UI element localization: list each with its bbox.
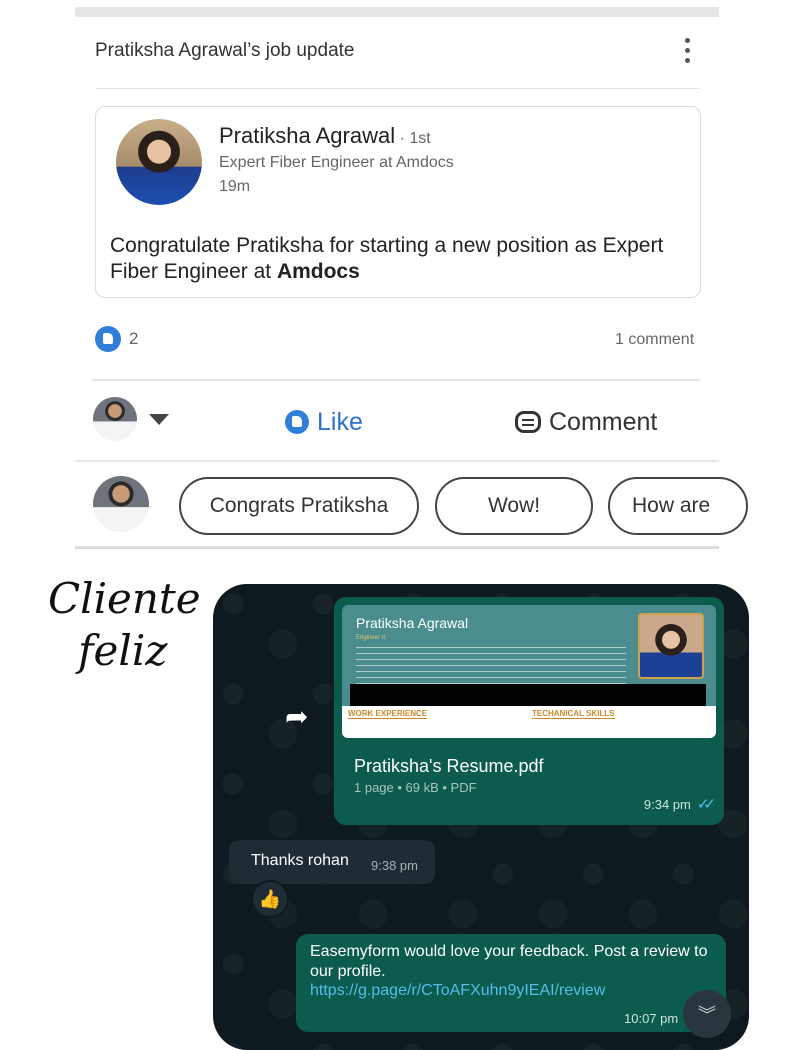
divider	[75, 460, 719, 462]
connection-degree: · 1st	[395, 130, 431, 147]
like-label: Like	[317, 407, 363, 436]
job-update-post[interactable]: Pratiksha Agrawal · 1st Expert Fiber Eng…	[95, 106, 701, 298]
section-heading: WORK EXPERIENCE	[348, 709, 428, 719]
post-author[interactable]: Pratiksha Agrawal · 1st	[219, 123, 431, 149]
incoming-message[interactable]: Thanks rohan 9:38 pm	[229, 840, 435, 884]
post-time: 19m	[219, 178, 251, 195]
message-time: 9:34 pm ✓✓	[643, 795, 716, 813]
review-link[interactable]: https://g.page/r/CToAFXuhn9yIEAI/review	[310, 982, 605, 1000]
comment-button[interactable]: Comment	[515, 406, 657, 438]
file-meta: 1 page • 69 kB • PDF	[354, 780, 477, 795]
page-title: Pratiksha Agrawal’s job update	[95, 40, 355, 61]
like-button[interactable]: Like	[285, 406, 363, 438]
whatsapp-chat: ➦ Pratiksha Agrawal Engineer II WORK EXP…	[213, 584, 749, 1050]
document-message[interactable]: Pratiksha Agrawal Engineer II WORK EXPER…	[334, 597, 724, 825]
thumbs-up-reaction-icon[interactable]: 👍	[251, 880, 289, 918]
quick-reply-chip[interactable]: How are	[608, 477, 748, 535]
reaction-count[interactable]: 2	[129, 329, 138, 349]
like-reaction-icon[interactable]	[95, 326, 121, 352]
section-heading: TECHANICAL SKILLS	[532, 709, 615, 719]
handwritten-caption: Cliente	[48, 574, 201, 623]
outgoing-message[interactable]: Easemyform would love your feedback. Pos…	[296, 934, 726, 1032]
handwritten-caption: feliz	[78, 626, 168, 675]
comment-icon	[515, 411, 541, 433]
viewer-avatar[interactable]	[93, 476, 149, 532]
avatar[interactable]	[116, 119, 202, 205]
message-time: 9:38 pm	[371, 858, 418, 873]
preview-name: Pratiksha Agrawal	[356, 615, 469, 631]
preview-text-lines	[356, 647, 626, 687]
author-name[interactable]: Pratiksha Agrawal	[219, 123, 395, 148]
message-text: Congratulate Pratiksha for starting a ne…	[110, 234, 664, 283]
divider	[75, 546, 719, 549]
top-divider	[75, 7, 719, 17]
message-text: Easemyform would love your feedback. Pos…	[310, 943, 708, 980]
profile-photo	[638, 613, 704, 679]
comment-count[interactable]: 1 comment	[615, 331, 694, 349]
preview-subtitle: Engineer II	[356, 635, 386, 641]
linkedin-notification-card: Pratiksha Agrawal’s job update Pratiksha…	[75, 0, 748, 552]
post-message: Congratulate Pratiksha for starting a ne…	[110, 233, 690, 285]
file-name[interactable]: Pratiksha's Resume.pdf	[354, 756, 544, 777]
redaction-bar	[350, 684, 706, 706]
time-label: 9:34 pm	[643, 796, 691, 812]
company-name[interactable]: Amdocs	[277, 260, 360, 283]
message-text: Thanks rohan	[251, 852, 349, 869]
message-time: 10:07 pm	[624, 1011, 679, 1026]
quick-reply-chip[interactable]: Wow!	[435, 477, 593, 535]
forward-icon[interactable]: ➦	[285, 700, 308, 733]
document-preview[interactable]: Pratiksha Agrawal Engineer II WORK EXPER…	[342, 605, 716, 738]
read-receipt-icon: ✓✓	[696, 796, 716, 813]
scroll-down-icon[interactable]: ︾	[683, 990, 731, 1038]
viewer-avatar[interactable]	[93, 397, 137, 441]
more-options-icon[interactable]	[675, 38, 699, 68]
chevron-down-icon[interactable]	[149, 414, 169, 425]
author-headline: Expert Fiber Engineer at Amdocs	[219, 154, 454, 171]
thumbs-up-icon	[285, 410, 309, 434]
divider	[95, 88, 699, 89]
quick-reply-chip[interactable]: Congrats Pratiksha	[179, 477, 419, 535]
comment-label: Comment	[549, 407, 658, 436]
divider	[92, 379, 700, 381]
